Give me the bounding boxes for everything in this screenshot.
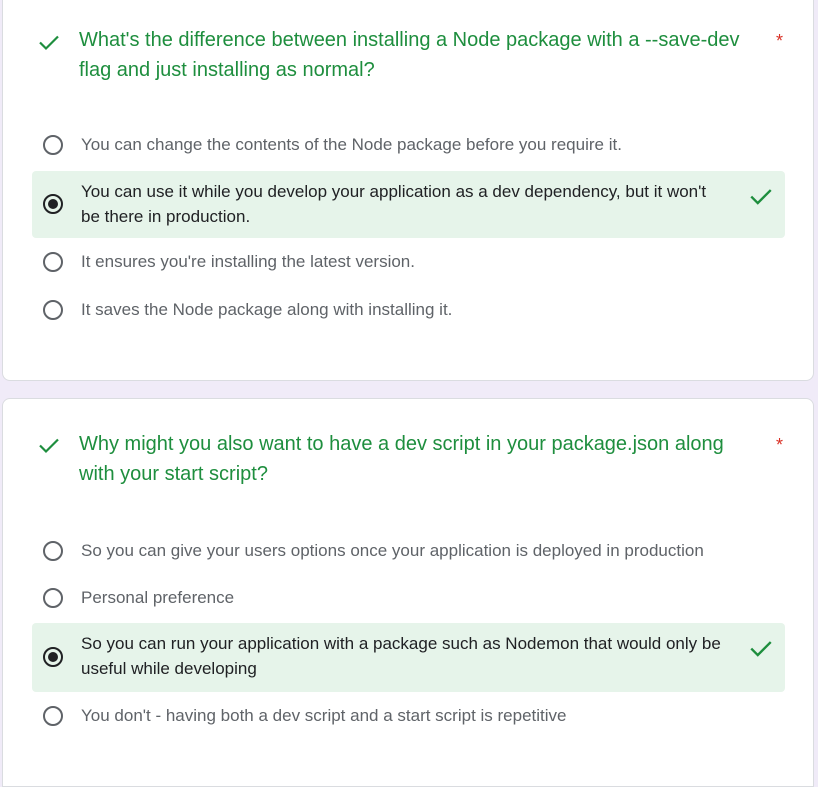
correct-check-icon xyxy=(39,438,59,454)
answer-option[interactable]: It saves the Node package along with ins… xyxy=(32,298,785,322)
question-card-2: Why might you also want to have a dev sc… xyxy=(2,398,814,787)
radio-unchecked-icon[interactable] xyxy=(43,541,63,561)
correct-check-icon xyxy=(39,35,59,51)
check-icon xyxy=(750,189,772,205)
required-asterisk: * xyxy=(776,435,784,455)
radio-unchecked-icon[interactable] xyxy=(43,300,63,320)
question-title: What's the difference between installing… xyxy=(79,29,740,81)
radio-checked-icon[interactable] xyxy=(43,194,63,214)
option-label: You don't - having both a dev script and… xyxy=(81,706,567,725)
option-label: So you can run your application with a p… xyxy=(81,634,721,678)
option-label: So you can give your users options once … xyxy=(81,541,704,560)
radio-unchecked-icon[interactable] xyxy=(43,706,63,726)
answer-option[interactable]: You can change the contents of the Node … xyxy=(32,133,785,157)
option-label: You can change the contents of the Node … xyxy=(81,135,622,154)
required-asterisk: * xyxy=(776,31,784,51)
answer-option[interactable]: Personal preference xyxy=(32,586,785,610)
answer-option-correct[interactable]: So you can run your application with a p… xyxy=(32,623,785,692)
option-label: You can use it while you develop your ap… xyxy=(81,182,707,226)
option-label: It ensures you're installing the latest … xyxy=(81,252,415,271)
check-icon xyxy=(750,641,772,657)
answer-option[interactable]: So you can give your users options once … xyxy=(32,539,785,563)
radio-unchecked-icon[interactable] xyxy=(43,588,63,608)
answer-option-correct[interactable]: You can use it while you develop your ap… xyxy=(32,171,785,238)
question-title: Why might you also want to have a dev sc… xyxy=(79,433,724,485)
answer-option[interactable]: You don't - having both a dev script and… xyxy=(32,704,785,728)
radio-unchecked-icon[interactable] xyxy=(43,252,63,272)
option-label: Personal preference xyxy=(81,588,235,607)
option-label: It saves the Node package along with ins… xyxy=(81,300,453,319)
radio-unchecked-icon[interactable] xyxy=(43,135,63,155)
radio-checked-icon[interactable] xyxy=(43,647,63,667)
answer-option[interactable]: It ensures you're installing the latest … xyxy=(32,250,785,274)
question-card-1: What's the difference between installing… xyxy=(2,0,814,381)
